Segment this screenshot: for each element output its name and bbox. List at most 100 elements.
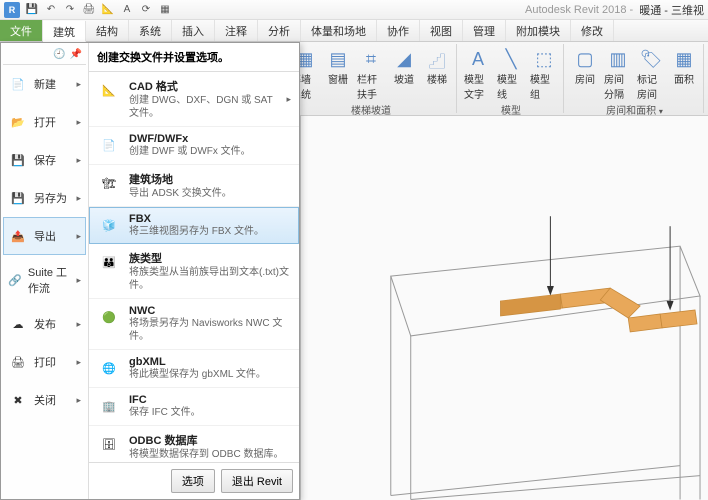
btn-modeltext[interactable]: A模型文字 — [463, 46, 493, 102]
file-menu-item-new[interactable]: 📄新建▸ — [3, 65, 86, 103]
export-item--[interactable]: 🏗建筑场地导出 ADSK 交换文件。 — [89, 165, 299, 207]
tab-addins[interactable]: 附加模块 — [506, 20, 571, 41]
qat-redo-icon[interactable]: ↷ — [62, 2, 78, 18]
chevron-right-icon: ▸ — [76, 193, 81, 204]
export-item--[interactable]: 👪族类型将族类型从当前族导出到文本(.txt)文件。 — [89, 244, 299, 299]
tab-systems[interactable]: 系统 — [129, 20, 172, 41]
recent-icon[interactable]: 🕘 — [53, 49, 65, 62]
tab-manage[interactable]: 管理 — [463, 20, 506, 41]
tab-architecture[interactable]: 建筑 — [43, 21, 86, 42]
doc-title: 暖通 - 三维视 — [639, 2, 704, 18]
tab-analyze[interactable]: 分析 — [258, 20, 301, 41]
export-item-title: NWC — [129, 305, 291, 317]
file-menu-item-label: 发布 — [34, 316, 56, 332]
export-item-odbc-[interactable]: 🗄ODBC 数据库将模型数据保存到 ODBC 数据库。 — [89, 426, 299, 462]
qat-undo-icon[interactable]: ↶ — [43, 2, 59, 18]
viewport-3d[interactable] — [300, 116, 708, 500]
btn-label: 坡道 — [394, 71, 414, 86]
tab-collab[interactable]: 协作 — [377, 20, 420, 41]
btn-stair[interactable]: 𓊍楼梯 — [422, 46, 452, 102]
export-format-icon: 🧊 — [97, 213, 121, 237]
file-menu-sidebar: 🕘 📌 📄新建▸📂打开▸💾保存▸💾另存为▸📤导出▸🔗Suite 工作流▸☁发布▸… — [1, 43, 89, 499]
btn-label: 房间 — [575, 71, 595, 86]
btn-tagroom[interactable]: 🏷标记房间 — [636, 46, 666, 102]
tab-annotate[interactable]: 注释 — [215, 20, 258, 41]
tab-file[interactable]: 文件 — [0, 20, 43, 41]
app-title: Autodesk Revit 2018 - — [525, 4, 633, 16]
text-icon: A — [466, 47, 490, 71]
btn-modelline[interactable]: ╲模型线 — [496, 46, 526, 102]
pin-icon[interactable]: 📌 — [70, 49, 82, 62]
export-item-gbxml[interactable]: 🌐gbXML将此模型保存为 gbXML 文件。 — [89, 350, 299, 388]
btn-area[interactable]: ▦面积 — [669, 46, 699, 102]
qat-measure-icon[interactable]: 📐 — [100, 2, 116, 18]
export-item-desc: 保存 IFC 文件。 — [129, 406, 201, 419]
tab-insert[interactable]: 插入 — [172, 20, 215, 41]
btn-label: 模型线 — [497, 71, 525, 101]
qat-print-icon[interactable]: 🖨 — [81, 2, 97, 18]
chevron-right-icon: ▸ — [76, 79, 81, 90]
file-menu-header: 创建交换文件并设置选项。 — [89, 43, 299, 72]
file-menu-item-close[interactable]: ✖关闭▸ — [3, 381, 86, 419]
file-menu-item-open[interactable]: 📂打开▸ — [3, 103, 86, 141]
export-item-nwc[interactable]: 🟢NWC将场景另存为 Navisworks NWC 文件。 — [89, 299, 299, 350]
file-menu-item-print[interactable]: 🖨打印▸ — [3, 343, 86, 381]
tab-view[interactable]: 视图 — [420, 20, 463, 41]
tab-massing[interactable]: 体量和场地 — [301, 20, 377, 41]
file-menu-item-label: 打印 — [34, 354, 56, 370]
btn-ramp[interactable]: ◢坡道 — [389, 46, 419, 102]
export-item-cad-[interactable]: 📐CAD 格式创建 DWG、DXF、DGN 或 SAT 文件。▸ — [89, 72, 299, 127]
export-item-desc: 将族类型从当前族导出到文本(.txt)文件。 — [129, 266, 291, 292]
export-format-icon: 🏗 — [97, 171, 121, 195]
export-item-desc: 将三维视图另存为 FBX 文件。 — [129, 225, 264, 238]
export-icon: 📤 — [8, 226, 28, 246]
publish-icon: ☁ — [8, 314, 28, 334]
options-button[interactable]: 选项 — [171, 469, 215, 493]
file-menu-item-label: 保存 — [34, 152, 56, 168]
qat-sync-icon[interactable]: ⟳ — [138, 2, 154, 18]
btn-label: 面积 — [674, 71, 694, 86]
file-menu-item-saveas[interactable]: 💾另存为▸ — [3, 179, 86, 217]
export-item-title: IFC — [129, 394, 201, 406]
btn-roomsep[interactable]: ▥房间分隔 — [603, 46, 633, 102]
new-icon: 📄 — [8, 74, 28, 94]
export-item-title: 建筑场地 — [129, 171, 232, 187]
export-item-fbx[interactable]: 🧊FBX将三维视图另存为 FBX 文件。 — [89, 207, 299, 244]
btn-label: 标记房间 — [637, 71, 665, 101]
btn-railing[interactable]: ⌗栏杆扶手 — [356, 46, 386, 102]
lines-icon: ▤ — [326, 47, 350, 71]
sep-icon: ▥ — [606, 47, 630, 71]
group-icon: ⬚ — [532, 47, 556, 71]
railing-icon: ⌗ — [359, 47, 383, 71]
chevron-right-icon: ▸ — [286, 94, 291, 105]
chevron-right-icon: ▸ — [76, 231, 81, 242]
file-menu-item-export[interactable]: 📤 导出 ▸ — [3, 217, 86, 255]
btn-modelgroup[interactable]: ⬚模型组 — [529, 46, 559, 102]
export-item-ifc[interactable]: 🏢 IFC保存 IFC 文件。 — [89, 388, 299, 426]
ribbon-group-model: A模型文字 ╲模型线 ⬚模型组 模型 — [459, 44, 564, 113]
group-caption: 模型 — [501, 102, 521, 117]
file-menu-item-label: 另存为 — [34, 190, 67, 206]
btn-room[interactable]: ▢房间 — [570, 46, 600, 102]
file-menu-item-publish[interactable]: ☁发布▸ — [3, 305, 86, 343]
file-menu-item-suite[interactable]: 🔗Suite 工作流▸ — [3, 255, 86, 305]
stair-icon: 𓊍 — [425, 47, 449, 71]
qat-text-icon[interactable]: A — [119, 2, 135, 18]
file-menu-footer: 选项 退出 Revit — [89, 462, 299, 499]
btn-mullion[interactable]: ▤窗栅 — [323, 46, 353, 102]
file-menu-header-text: 创建交换文件并设置选项。 — [97, 49, 229, 65]
export-item-dwf-dwfx[interactable]: 📄DWF/DWFx创建 DWF 或 DWFx 文件。 — [89, 127, 299, 165]
tab-structure[interactable]: 结构 — [86, 20, 129, 41]
export-format-icon: 📐 — [97, 78, 121, 102]
close-icon: ✖ — [8, 390, 28, 410]
export-format-icon: 🏢 — [97, 394, 121, 418]
file-menu-item-save[interactable]: 💾保存▸ — [3, 141, 86, 179]
export-item-title: gbXML — [129, 356, 266, 368]
tab-modify[interactable]: 修改 — [571, 20, 614, 41]
qat-save-icon[interactable]: 💾 — [24, 2, 40, 18]
qat-view-icon[interactable]: ▦ — [157, 2, 173, 18]
title-bar: R 💾 ↶ ↷ 🖨 📐 A ⟳ ▦ Autodesk Revit 2018 - … — [0, 0, 708, 20]
room-icon: ▢ — [573, 47, 597, 71]
exit-revit-button[interactable]: 退出 Revit — [221, 469, 293, 493]
file-menu-item-label: 导出 — [34, 228, 56, 244]
